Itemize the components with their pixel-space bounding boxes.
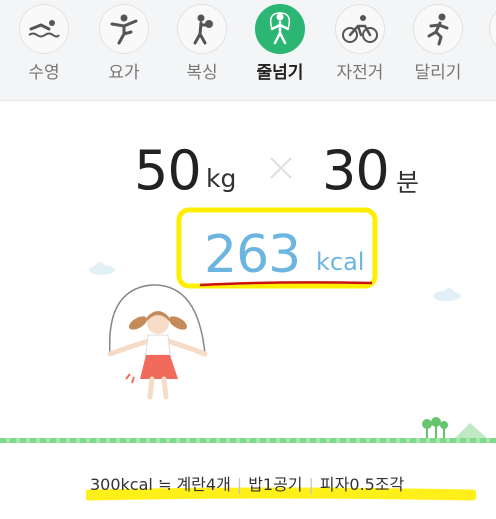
tab-label: 복싱 xyxy=(186,63,218,83)
cloud-icon xyxy=(89,262,115,275)
kcal-unit: kcal xyxy=(316,248,365,276)
tab-label: 스 xyxy=(474,58,496,83)
multiply-icon xyxy=(270,157,292,179)
kcal-value: 263 xyxy=(204,225,301,285)
equivalent-lead: 300kcal ≒ 계란4개 xyxy=(90,475,231,494)
equivalent-pizza: 피자0.5조각 xyxy=(319,475,405,494)
tab-swimming[interactable]: 수영 xyxy=(4,0,84,100)
yoga-icon xyxy=(99,4,149,54)
kcal-result: 263 kcal xyxy=(176,207,378,289)
running-icon xyxy=(413,4,463,54)
separator: | xyxy=(236,475,243,494)
tab-label: 자전거 xyxy=(336,63,384,83)
partial-icon xyxy=(489,4,496,54)
jump-rope-girl-illustration xyxy=(107,284,208,400)
swimming-icon xyxy=(19,4,69,54)
cloud-icon xyxy=(433,288,461,301)
equivalent-rice: 밥1공기 xyxy=(248,475,303,494)
tab-label: 줄넘기 xyxy=(256,63,304,83)
boxing-icon xyxy=(177,4,227,54)
tab-jump-rope[interactable]: 줄넘기 xyxy=(240,0,320,100)
tab-running[interactable]: 달리기 xyxy=(398,0,478,100)
time-value[interactable]: 30 xyxy=(322,139,390,202)
tab-label: 달리기 xyxy=(414,63,462,83)
weight-value[interactable]: 50 xyxy=(134,139,202,202)
tab-partial[interactable]: 스 xyxy=(474,0,496,100)
cycling-icon xyxy=(335,4,385,54)
separator: | xyxy=(308,475,314,494)
tab-yoga[interactable]: 요가 xyxy=(84,0,164,100)
tab-cycling[interactable]: 자전거 xyxy=(320,0,400,100)
tab-boxing[interactable]: 복싱 xyxy=(162,0,242,100)
input-row: 50 kg 30 분 xyxy=(0,139,496,209)
ground-strip xyxy=(0,438,496,443)
jump-rope-icon xyxy=(255,4,305,54)
weight-unit: kg xyxy=(206,164,237,193)
activity-tabs: 수영 요가 복싱 줄넘기 자전거 달리기 스 xyxy=(0,0,496,101)
tab-label: 수영 xyxy=(28,63,60,83)
calorie-equivalent-text: 300kcal ≒ 계란4개 | 밥1공기 | 피자0.5조각 xyxy=(90,471,490,495)
time-unit: 분 xyxy=(396,168,420,197)
calorie-calculator: 50 kg 30 분 263 kcal 300kcal ≒ 계란4개 | 밥1공… xyxy=(0,101,496,519)
tab-label: 요가 xyxy=(108,63,140,83)
